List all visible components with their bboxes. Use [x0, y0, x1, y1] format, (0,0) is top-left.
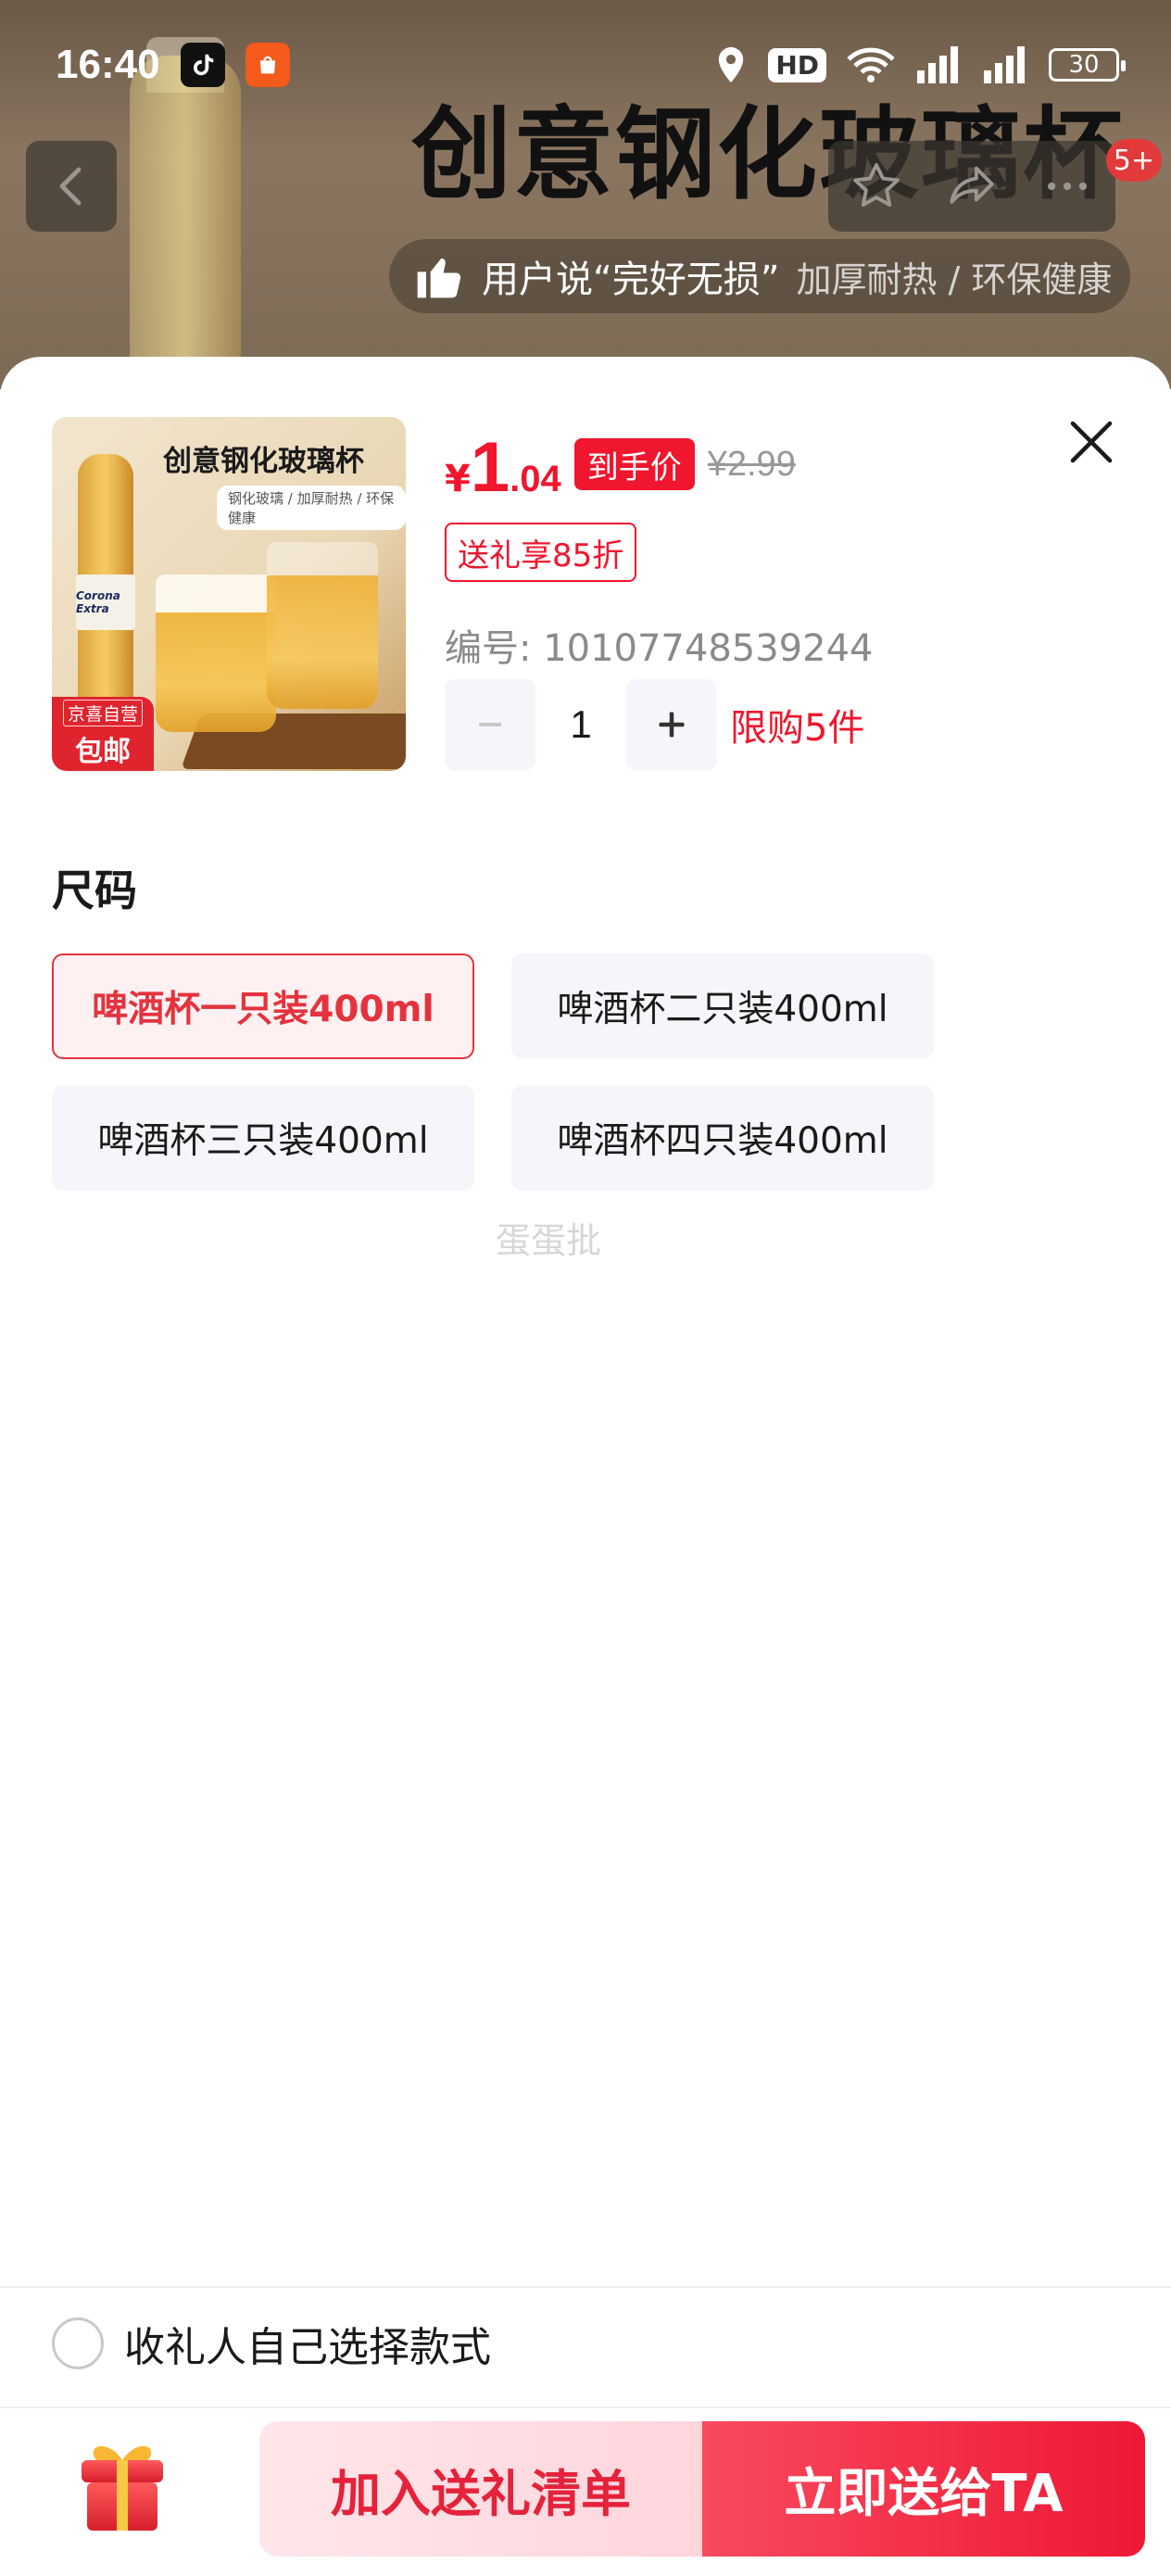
cart-badge: 5+ [1105, 139, 1162, 182]
final-price-tag: 到手价 [573, 438, 695, 490]
beer-mug-image-2 [267, 542, 378, 709]
footer-divider-2 [0, 2406, 1171, 2408]
tag-line1: 京喜自营 [62, 699, 143, 726]
back-icon [59, 167, 82, 206]
price-decimal: .04 [510, 459, 561, 499]
size-option-3[interactable]: 啤酒杯三只装400ml [52, 1085, 474, 1191]
recipient-choice-label: 收礼人自己选择款式 [124, 2324, 491, 2371]
status-indicators: HD 30 [714, 44, 1126, 85]
quantity-decrease-button[interactable] [445, 679, 535, 770]
price-integer: 1 [470, 428, 510, 507]
thumbs-up-icon [417, 258, 461, 298]
quantity-increase-button[interactable] [626, 679, 717, 770]
star-icon[interactable] [850, 159, 903, 213]
gift-discount-badge: 送礼享85折 [445, 523, 637, 582]
size-section-title: 尺码 [52, 865, 137, 915]
signal-icon [917, 46, 958, 83]
product-thumbnail[interactable]: 创意钢化玻璃杯 钢化玻璃 / 加厚耐热 / 环保健康 Corona Extra … [52, 417, 406, 771]
tag-line2: 包邮 [75, 735, 131, 768]
quantity-value[interactable]: 1 [535, 702, 626, 747]
beer-mug-image [156, 575, 276, 732]
watermark: 蛋蛋批 [496, 1220, 602, 1261]
self-operated-tag: 京喜自营 包邮 [52, 697, 154, 771]
add-to-gift-list-button[interactable]: 加入送礼清单 [259, 2421, 702, 2557]
price-symbol: ¥ [445, 458, 471, 500]
tiktok-app-icon [180, 43, 225, 87]
minus-icon [479, 723, 501, 726]
size-option-4[interactable]: 啤酒杯四只装400ml [511, 1085, 934, 1191]
shopping-app-icon [245, 43, 290, 87]
original-price: ¥2.99 [707, 444, 796, 484]
location-icon [719, 46, 744, 83]
bottle-label: Corona Extra [76, 575, 135, 630]
gift-box-icon[interactable] [67, 2431, 178, 2542]
more-icon[interactable] [1040, 159, 1094, 213]
status-bar: 16:40 HD 30 [0, 0, 1171, 130]
close-icon[interactable] [1064, 414, 1119, 470]
sku-id: 编号: 10107748539244 [445, 627, 874, 670]
battery-indicator: 30 [1049, 48, 1126, 82]
quantity-stepper: 1 限购5件 [445, 679, 864, 770]
recipient-choice-radio[interactable] [52, 2317, 104, 2369]
signal-icon-2 [984, 46, 1025, 83]
purchase-limit: 限购5件 [730, 707, 865, 750]
price-row: ¥ 1 .04 到手价 ¥2.99 [445, 433, 796, 503]
plus-icon [659, 712, 685, 738]
size-option-2[interactable]: 啤酒杯二只装400ml [511, 953, 934, 1059]
user-claim-banner: 用户说“完好无损” 加厚耐热 / 环保健康 [389, 239, 1130, 313]
thumb-subtitle: 钢化玻璃 / 加厚耐热 / 环保健康 [217, 486, 406, 530]
status-time: 16:40 [56, 42, 160, 87]
share-icon[interactable] [945, 159, 999, 213]
thumb-title: 创意钢化玻璃杯 [163, 445, 364, 478]
back-button[interactable] [26, 141, 117, 232]
claim-sub-text: 加厚耐热 / 环保健康 [796, 259, 1113, 300]
header-actions [828, 141, 1115, 232]
hd-badge: HD [768, 47, 826, 82]
send-gift-now-button[interactable]: 立即送给TA [702, 2421, 1145, 2557]
footer-divider [0, 2286, 1171, 2288]
claim-main-text: 用户说“完好无损” [482, 259, 780, 301]
recipient-choice-row[interactable]: 收礼人自己选择款式 [52, 2314, 491, 2373]
sku-selection-sheet: 创意钢化玻璃杯 钢化玻璃 / 加厚耐热 / 环保健康 Corona Extra … [0, 357, 1171, 2576]
wifi-icon [847, 47, 895, 82]
size-option-1[interactable]: 啤酒杯一只装400ml [52, 953, 474, 1059]
